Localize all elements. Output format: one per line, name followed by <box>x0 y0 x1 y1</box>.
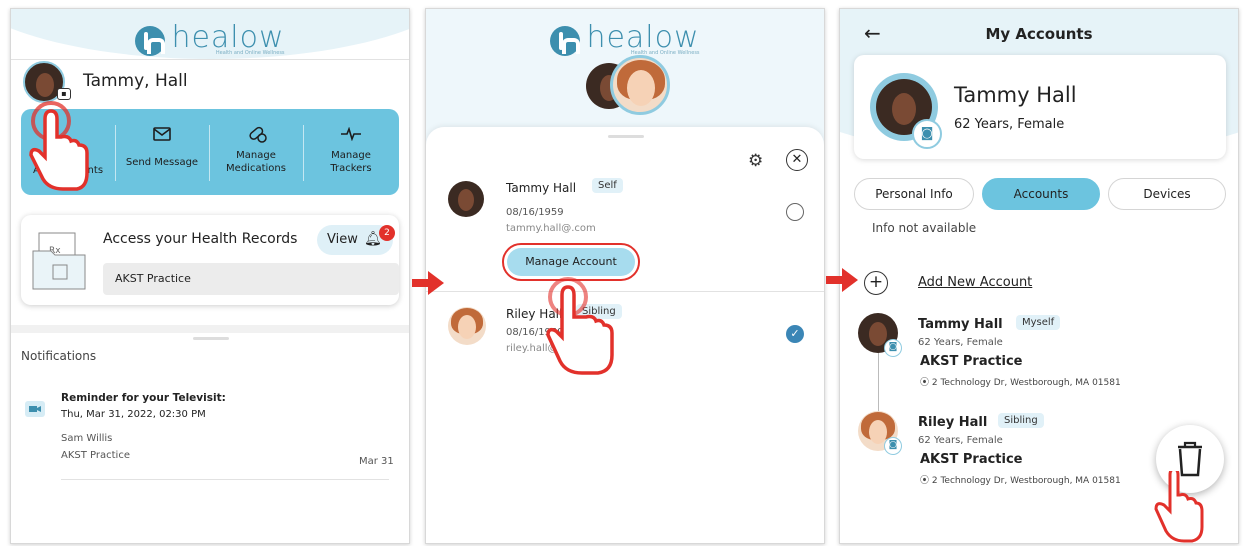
linked-address-tammy: ⦿ 2 Technology Dr, Westborough, MA 01581 <box>920 375 1121 388</box>
healow-logo: healow Health and Online Wellness <box>426 20 824 56</box>
camera-icon[interactable]: ◙ <box>884 437 902 455</box>
manage-account-button[interactable]: Manage Account <box>507 248 635 276</box>
notification-practice: AKST Practice <box>61 450 130 461</box>
linked-practice-riley: AKST Practice <box>920 452 1023 467</box>
mail-icon <box>153 127 171 141</box>
linked-address-text: 2 Technology Dr, Westborough, MA 01581 <box>931 476 1121 486</box>
linked-address-text: 2 Technology Dr, Westborough, MA 01581 <box>931 378 1121 388</box>
healow-logo-icon <box>550 25 581 56</box>
arrow-right-icon <box>826 268 858 292</box>
manage-trackers-label: Manage Trackers <box>330 150 372 174</box>
linked-name-riley: Riley Hall <box>918 415 988 430</box>
camera-icon[interactable]: ◙ <box>912 119 942 149</box>
linked-tag-riley: Sibling <box>998 413 1044 428</box>
manage-medications-button[interactable]: Manage Medications <box>209 109 303 195</box>
user-name: Tammy, Hall <box>83 71 188 91</box>
add-icon[interactable]: + <box>864 271 888 295</box>
manage-trackers-button[interactable]: Manage Trackers <box>303 109 399 195</box>
linked-practice-tammy: AKST Practice <box>920 354 1023 369</box>
notification-datetime: Thu, Mar 31, 2022, 02:30 PM <box>61 409 206 420</box>
video-icon <box>25 401 45 417</box>
arrow-right-icon <box>412 271 444 295</box>
account-check-riley[interactable]: ✓ <box>786 325 804 343</box>
settings-icon[interactable]: ⚙ <box>748 151 763 171</box>
health-records-title: Access your Health Records <box>103 231 298 247</box>
healow-logo: healow Health and Online Wellness <box>11 20 409 56</box>
notification-date: Mar 31 <box>359 456 394 467</box>
manage-medications-label: Manage Medications <box>226 150 286 174</box>
account-email-tammy: tammy.hall@.com <box>506 223 596 234</box>
location-pin-icon: ⦿ <box>920 476 932 486</box>
home-screen: healow Health and Online Wellness ▪ Tamm… <box>10 8 410 544</box>
tap-hand-icon <box>1154 471 1204 543</box>
healow-logo-icon <box>135 25 166 56</box>
tree-line <box>878 349 879 415</box>
send-message-button[interactable]: Send Message <box>115 109 209 195</box>
profile-name: Tammy Hall <box>954 83 1077 107</box>
logo-text: healow <box>171 20 285 55</box>
linked-details-riley: 62 Years, Female <box>918 435 1003 446</box>
linked-name-tammy: Tammy Hall <box>918 317 1003 332</box>
account-avatar-tammy <box>448 181 484 217</box>
linked-tag-tammy: Myself <box>1016 315 1061 330</box>
tab-devices[interactable]: Devices <box>1108 178 1226 210</box>
pill-icon <box>249 126 267 143</box>
page-title: My Accounts <box>985 25 1093 43</box>
notification-badge: 2 <box>379 225 395 241</box>
view-label: View <box>327 232 358 247</box>
account-switcher-screen: healow Health and Online Wellness ⚙ ✕ Ta… <box>425 8 825 544</box>
tap-hand-icon <box>546 277 614 375</box>
notification-divider <box>61 479 389 480</box>
health-records-card[interactable]: Rx Access your Health Records View 🔔︎ 2 … <box>21 215 399 305</box>
account-radio-tammy[interactable] <box>786 203 804 221</box>
header-divider <box>11 59 409 60</box>
add-new-account-link[interactable]: Add New Account <box>918 275 1032 290</box>
logo-text: healow <box>586 20 700 55</box>
linked-address-riley: ⦿ 2 Technology Dr, Westborough, MA 01581 <box>920 473 1121 486</box>
notification-title[interactable]: Reminder for your Televisit: <box>61 392 226 404</box>
drag-handle[interactable] <box>193 337 229 340</box>
profile-details: 62 Years, Female <box>954 117 1065 132</box>
notification-doctor: Sam Willis <box>61 433 113 444</box>
manage-account-highlight: Manage Account <box>502 243 640 281</box>
close-icon[interactable]: ✕ <box>786 149 808 171</box>
my-accounts-screen: ← My Accounts ◙ Tammy Hall 62 Years, Fem… <box>839 8 1239 544</box>
camera-icon[interactable]: ◙ <box>884 339 902 357</box>
tab-accounts[interactable]: Accounts <box>982 178 1100 210</box>
account-tag-tammy: Self <box>592 178 623 193</box>
info-not-available: Info not available <box>872 221 977 235</box>
send-message-label: Send Message <box>125 157 199 168</box>
tab-personal-info[interactable]: Personal Info <box>854 178 974 210</box>
profile-card: ◙ Tammy Hall 62 Years, Female <box>854 55 1226 159</box>
account-avatar-riley <box>448 307 486 345</box>
practice-chip[interactable]: AKST Practice <box>103 263 399 295</box>
records-folder-icon: Rx <box>32 232 86 290</box>
heartbeat-icon <box>341 127 361 141</box>
section-divider <box>11 325 409 333</box>
account-name-tammy: Tammy Hall <box>506 181 577 195</box>
account-divider <box>426 291 824 292</box>
active-avatar[interactable] <box>610 55 670 115</box>
sheet-handle[interactable] <box>608 135 644 138</box>
tap-hand-icon <box>29 101 89 191</box>
linked-details-tammy: 62 Years, Female <box>918 337 1003 348</box>
account-dob-tammy: 08/16/1959 <box>506 207 564 218</box>
account-sheet: ⚙ ✕ Tammy Hall Self 08/16/1959 tammy.hal… <box>426 127 824 543</box>
notifications-heading: Notifications <box>21 349 97 363</box>
location-pin-icon: ⦿ <box>920 378 932 388</box>
